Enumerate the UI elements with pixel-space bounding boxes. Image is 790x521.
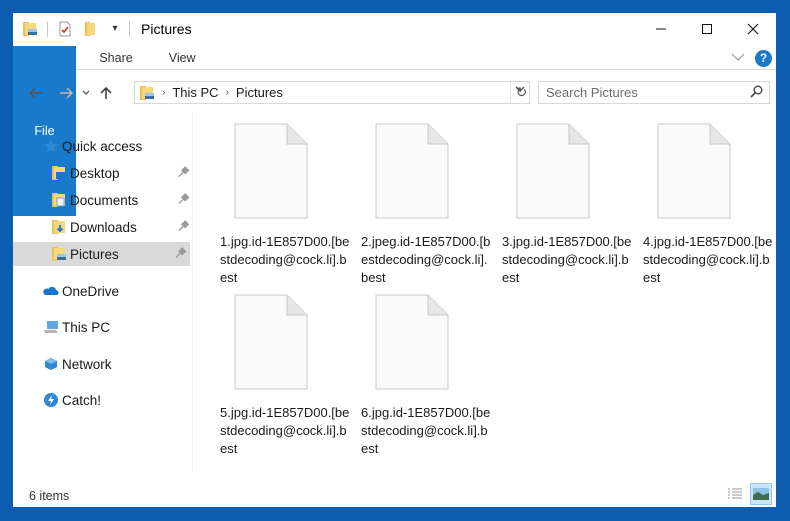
blank-file-icon [375,294,449,390]
pin-icon[interactable] [173,218,191,236]
nav-label: This PC [62,319,111,335]
nav-item-catch[interactable]: Catch! [43,388,193,412]
address-row: › This PC › Pictures ↻ Search Pictures [13,79,776,107]
tab-share[interactable]: Share [81,46,150,69]
blank-file-icon [234,123,308,219]
nav-item-desktop[interactable]: Desktop [51,161,193,185]
address-bar[interactable]: › This PC › Pictures [134,81,530,104]
toolbar-separator [129,21,130,37]
status-bar: 6 items [13,483,776,507]
pin-icon[interactable] [170,245,188,263]
breadcrumb-this-pc[interactable]: This PC [172,85,218,100]
details-view-button[interactable] [724,483,746,505]
file-name: 6.jpg.id-1E857D00.[bestdecoding@cock.li]… [361,405,491,456]
file-name: 5.jpg.id-1E857D00.[bestdecoding@cock.li]… [220,405,350,456]
pin-icon[interactable] [173,191,191,209]
file-item[interactable]: 2.jpeg.id-1E857D00.[bestdecoding@cock.li… [349,118,491,288]
window-title: Pictures [141,21,192,37]
customize-dropdown-icon[interactable]: ▾ [107,21,123,37]
nav-item-quick-access[interactable]: Quick access [43,134,193,158]
file-item[interactable]: 5.jpg.id-1E857D00.[bestdecoding@cock.li]… [208,289,350,459]
nav-label: Quick access [62,138,143,154]
up-button[interactable] [93,81,119,105]
ribbon-right-controls: ? [731,47,772,69]
ribbon-tabs: File Home Share View ? [13,46,776,216]
blank-file-icon [657,123,731,219]
desktop-folder-icon [51,165,67,181]
nav-label: Pictures [70,246,119,262]
breadcrumb-separator[interactable]: › [162,87,165,98]
file-name: 3.jpg.id-1E857D00.[bestdecoding@cock.li]… [502,234,632,285]
file-item[interactable]: 3.jpg.id-1E857D00.[bestdecoding@cock.li]… [490,118,632,288]
file-name: 1.jpg.id-1E857D00.[bestdecoding@cock.li]… [220,234,350,285]
file-item[interactable]: 1.jpg.id-1E857D00.[bestdecoding@cock.li]… [208,118,350,288]
title-bar: ▾ Pictures [13,13,776,45]
nav-item-documents[interactable]: Documents [51,188,193,212]
nav-item-downloads[interactable]: Downloads [51,215,193,239]
explorer-window: ▾ Pictures File Home Share View ? [13,13,776,507]
blank-file-icon [516,123,590,219]
pictures-folder-icon [51,246,67,262]
pin-icon[interactable] [173,164,191,182]
new-folder-icon[interactable] [83,21,99,37]
expand-ribbon-icon[interactable] [731,49,745,67]
recent-locations-button[interactable] [79,81,93,105]
pictures-folder-icon[interactable] [22,21,38,37]
nav-label: Catch! [62,392,102,408]
quick-access-toolbar: ▾ [13,13,139,45]
file-name: 4.jpg.id-1E857D00.[bestdecoding@cock.li]… [643,234,773,285]
close-button[interactable] [730,13,776,45]
file-item[interactable]: 4.jpg.id-1E857D00.[bestdecoding@cock.li]… [631,118,773,288]
star-icon [43,138,59,154]
search-placeholder: Search Pictures [546,85,638,100]
large-icons-view-button[interactable] [750,483,772,505]
navigation-pane: Quick access Desktop Documents Downloads… [13,113,193,473]
documents-folder-icon [51,192,67,208]
tab-view[interactable]: View [151,46,214,69]
nav-label: Desktop [70,165,120,181]
breadcrumb-separator[interactable]: › [226,87,229,98]
nav-item-this-pc[interactable]: This PC [43,315,193,339]
nav-label: OneDrive [62,283,120,299]
downloads-folder-icon [51,219,67,235]
blank-file-icon [234,294,308,390]
nav-label: Network [62,356,112,372]
refresh-button[interactable]: ↻ [510,82,532,103]
file-item[interactable]: 6.jpg.id-1E857D00.[bestdecoding@cock.li]… [349,289,491,459]
blank-file-icon [375,123,449,219]
search-input[interactable]: Search Pictures [538,81,770,104]
window-controls [638,13,776,45]
help-icon[interactable]: ? [755,49,772,67]
search-icon[interactable] [750,85,763,101]
properties-icon[interactable] [57,21,73,37]
computer-icon [43,319,59,335]
pictures-location-icon [139,85,155,101]
catch-icon [43,392,59,408]
network-icon [43,356,59,372]
file-name: 2.jpeg.id-1E857D00.[bestdecoding@cock.li… [361,234,491,285]
view-switcher [724,483,772,505]
minimize-button[interactable] [638,13,684,45]
forward-button[interactable] [53,81,79,105]
file-list: 1.jpg.id-1E857D00.[bestdecoding@cock.li]… [208,118,776,478]
onedrive-icon [43,283,59,299]
nav-item-pictures[interactable]: Pictures [13,242,190,266]
nav-label: Documents [70,192,139,208]
back-button[interactable] [23,81,49,105]
breadcrumb-pictures[interactable]: Pictures [236,85,283,100]
toolbar-separator [47,21,48,37]
nav-item-network[interactable]: Network [43,352,193,376]
maximize-button[interactable] [684,13,730,45]
nav-item-onedrive[interactable]: OneDrive [43,279,193,303]
nav-label: Downloads [70,219,137,235]
item-count: 6 items [29,489,70,503]
